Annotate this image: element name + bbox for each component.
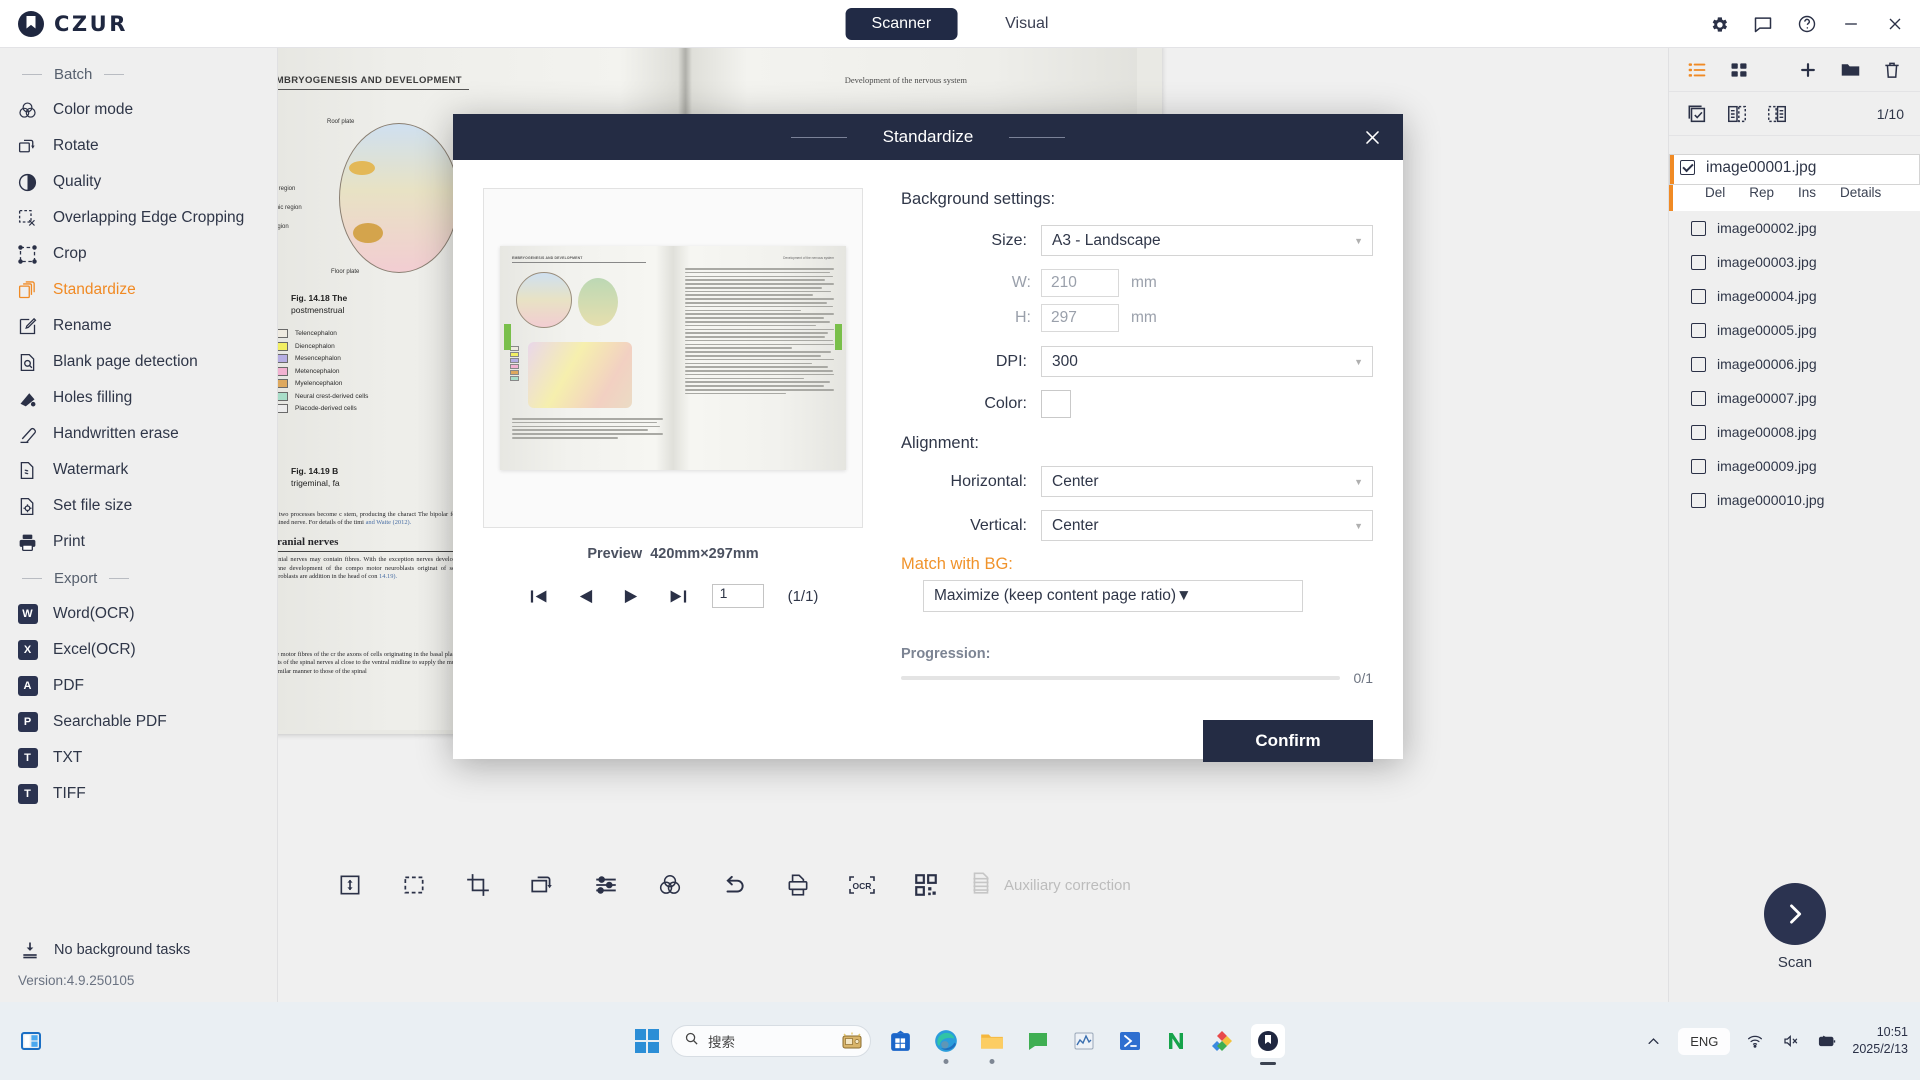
preview-caption-size: 420mm×297mm <box>650 546 759 562</box>
size-label: Size: <box>991 231 1027 249</box>
powershell-icon[interactable] <box>1113 1024 1147 1058</box>
horizontal-select[interactable]: Center ▼ <box>1041 466 1373 497</box>
preview-pager: 1 (1/1) <box>483 584 863 608</box>
vertical-value: Center <box>1052 516 1099 534</box>
clock-time: 10:51 <box>1876 1025 1908 1040</box>
width-label: W: <box>1011 274 1031 291</box>
taskbar-center: 搜索 <box>635 1024 1285 1065</box>
preview-caption-label: Preview <box>587 546 643 562</box>
progression-value: 0/1 <box>1353 670 1373 686</box>
width-unit: mm <box>1131 274 1157 291</box>
width-input[interactable]: 210 <box>1041 269 1119 297</box>
czur-icon[interactable] <box>1251 1024 1285 1065</box>
preview-pane: EMBRYOGENESIS AND DEVELOPMENT Developmen… <box>483 188 863 759</box>
progression-line: 0/1 <box>901 670 1373 686</box>
search-input[interactable]: 搜索 <box>671 1025 871 1057</box>
search-placeholder: 搜索 <box>708 1035 735 1050</box>
language-indicator[interactable]: ENG <box>1678 1027 1731 1055</box>
color-label: Color: <box>984 395 1027 412</box>
chat-icon[interactable] <box>1021 1024 1055 1058</box>
last-page-button[interactable] <box>666 585 690 607</box>
clock-date: 2025/2/13 <box>1852 1042 1908 1056</box>
search-icon <box>684 1031 699 1051</box>
chevron-down-icon: ▼ <box>1354 476 1363 487</box>
height-row: H: 297 mm <box>901 304 1373 332</box>
width-row: W: 210 mm <box>901 269 1373 297</box>
match-bg-label: Match with BG: <box>901 555 1013 573</box>
windows-start-icon[interactable] <box>635 1029 659 1053</box>
charts-icon[interactable] <box>1067 1024 1101 1058</box>
running-indicator <box>989 1059 995 1064</box>
vertical-row: Vertical: Center ▼ <box>901 510 1373 541</box>
close-icon[interactable] <box>1359 124 1385 150</box>
dpi-select[interactable]: 300 ▼ <box>1041 346 1373 377</box>
explorer-icon[interactable] <box>975 1024 1009 1064</box>
color-swatch[interactable] <box>1041 390 1071 418</box>
chevron-down-icon: ▼ <box>1354 356 1363 367</box>
clock[interactable]: 10:51 2025/2/13 <box>1852 1024 1908 1058</box>
dpi-value: 300 <box>1052 352 1078 370</box>
battery-icon[interactable] <box>1816 1030 1838 1052</box>
background-settings-label: Background settings: <box>901 190 1056 208</box>
active-indicator <box>1260 1062 1276 1065</box>
next-page-button[interactable] <box>620 585 644 607</box>
edge-icon[interactable] <box>929 1024 963 1064</box>
progress-bar <box>901 676 1340 680</box>
first-page-button[interactable] <box>528 585 552 607</box>
preview-image: EMBRYOGENESIS AND DEVELOPMENT Developmen… <box>500 246 846 470</box>
windows-taskbar: 搜索 ENG 10:51 2025/2/13 <box>0 1002 1920 1080</box>
vertical-select[interactable]: Center ▼ <box>1041 510 1373 541</box>
horizontal-value: Center <box>1052 472 1099 490</box>
chevron-up-icon[interactable] <box>1642 1030 1664 1052</box>
confirm-button[interactable]: Confirm <box>1203 720 1373 762</box>
size-select[interactable]: A3 - Landscape ▼ <box>1041 225 1373 256</box>
height-label: H: <box>1015 309 1031 326</box>
dialog-title: Standardize <box>882 127 974 146</box>
running-indicator <box>943 1059 949 1064</box>
standardize-dialog: Standardize EMBRYOGENESIS AND DEVELOPMEN… <box>453 114 1403 762</box>
volume-muted-icon[interactable] <box>1780 1030 1802 1052</box>
taskbar-left <box>14 1024 48 1058</box>
preview-box: EMBRYOGENESIS AND DEVELOPMENT Developmen… <box>483 188 863 528</box>
chevron-down-icon: ▼ <box>1354 520 1363 531</box>
dialog-body: EMBRYOGENESIS AND DEVELOPMENT Developmen… <box>453 160 1403 762</box>
settings-pane: Background settings: Size: A3 - Landscap… <box>863 188 1373 762</box>
horizontal-label: Horizontal: <box>950 472 1027 490</box>
system-tray: ENG 10:51 2025/2/13 <box>1642 1024 1908 1058</box>
task-view-icon[interactable] <box>14 1024 48 1058</box>
page-number-input[interactable]: 1 <box>711 584 764 608</box>
horizontal-row: Horizontal: Center ▼ <box>901 466 1373 497</box>
color-row: Color: <box>901 390 1373 418</box>
n-icon[interactable] <box>1159 1024 1193 1058</box>
wifi-icon[interactable] <box>1744 1030 1766 1052</box>
height-unit: mm <box>1131 309 1157 326</box>
progression-section: Progression: 0/1 <box>901 646 1373 686</box>
dpi-label: DPI: <box>995 352 1027 370</box>
colors-icon[interactable] <box>1205 1024 1239 1058</box>
confirm-row: Confirm <box>901 686 1373 762</box>
header-dash-left <box>790 136 847 138</box>
page-total-label: (1/1) <box>787 587 819 605</box>
radio-widget-icon[interactable] <box>840 1030 864 1057</box>
app-root: CZUR Scanner Visual Batch Color mode Rot… <box>0 0 1920 1080</box>
progression-label: Progression: <box>901 646 991 662</box>
store-icon[interactable] <box>883 1024 917 1058</box>
match-bg-value: Maximize (keep content page ratio) <box>934 587 1177 604</box>
vertical-label: Vertical: <box>970 516 1027 534</box>
size-row: Size: A3 - Landscape ▼ <box>901 225 1373 256</box>
size-value: A3 - Landscape <box>1052 231 1161 249</box>
prev-page-button[interactable] <box>574 585 598 607</box>
match-bg-select[interactable]: Maximize (keep content page ratio) ▼ <box>923 580 1303 612</box>
height-input[interactable]: 297 <box>1041 304 1119 332</box>
alignment-label: Alignment: <box>901 434 979 452</box>
header-dash-right <box>1009 136 1066 138</box>
dialog-header: Standardize <box>453 114 1403 160</box>
dpi-row: DPI: 300 ▼ <box>901 346 1373 377</box>
preview-caption: Preview 420mm×297mm <box>483 546 863 562</box>
modal-overlay: Standardize EMBRYOGENESIS AND DEVELOPMEN… <box>0 0 1920 1080</box>
chevron-down-icon: ▼ <box>1176 587 1192 604</box>
chevron-down-icon: ▼ <box>1354 235 1363 246</box>
